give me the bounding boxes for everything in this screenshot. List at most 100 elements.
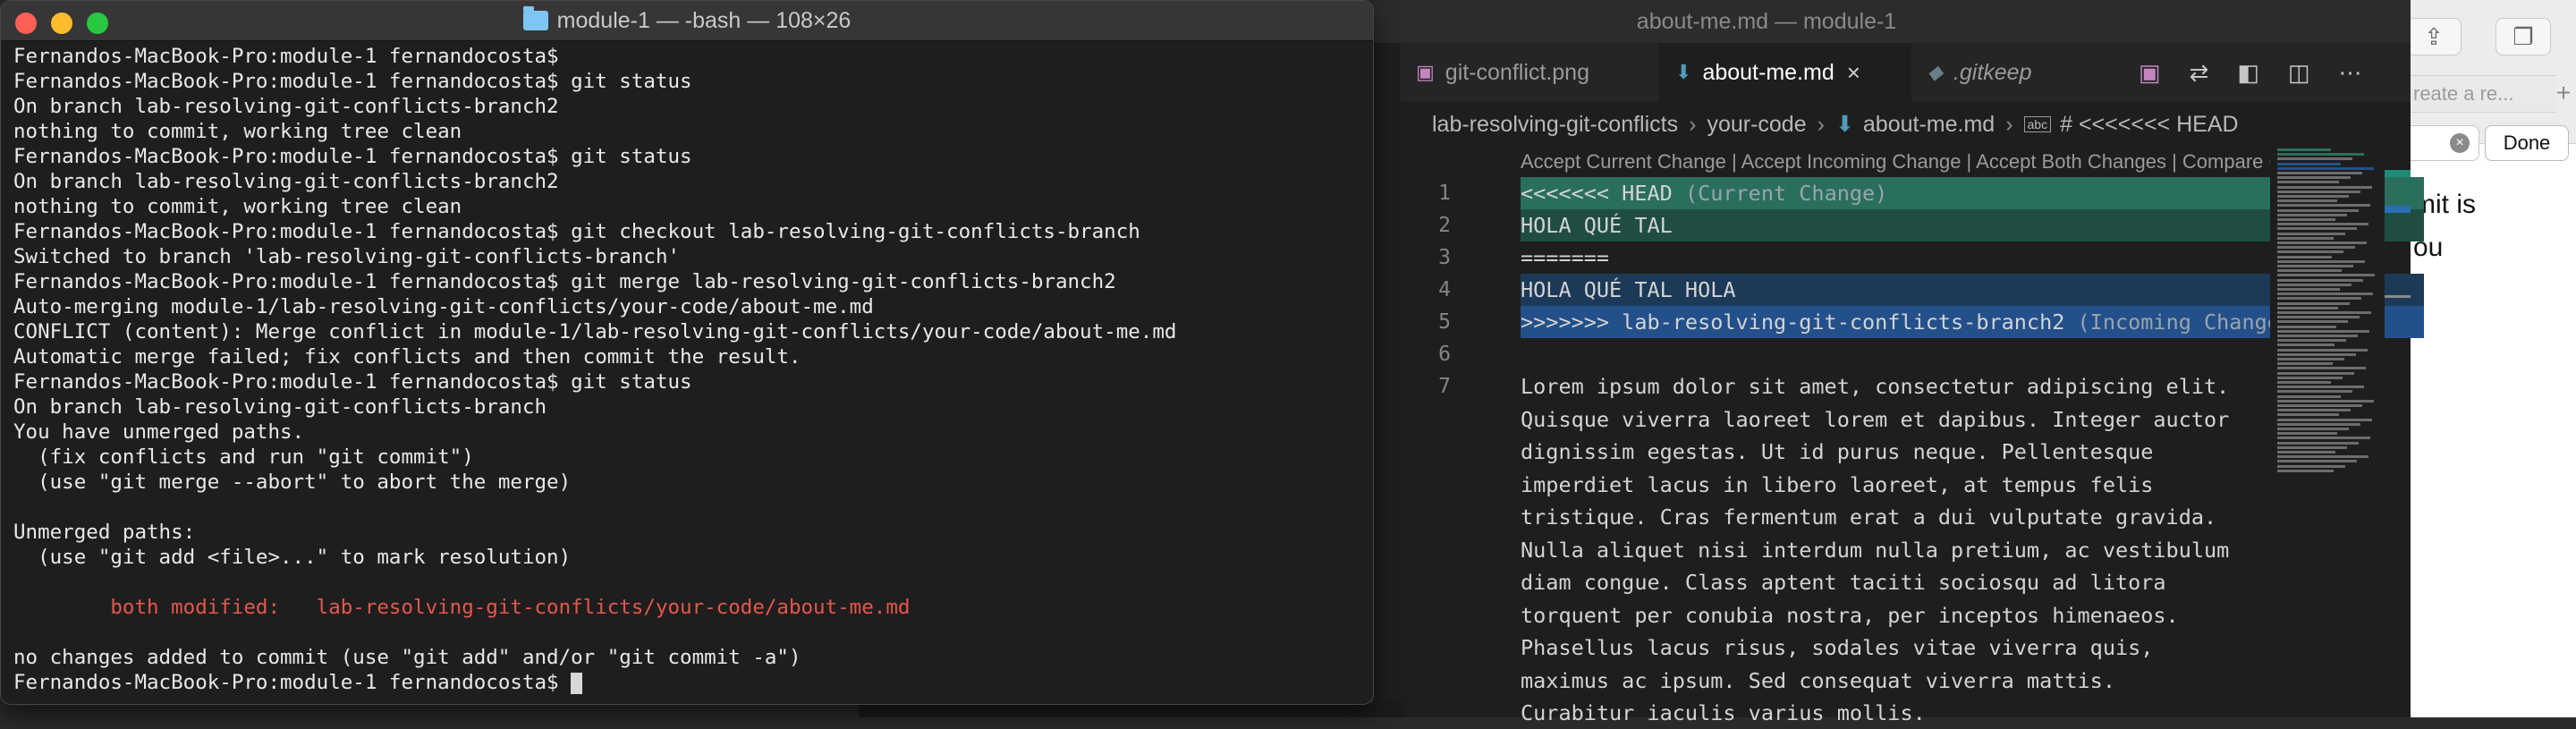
minimap-line bbox=[2277, 246, 2355, 250]
terminal-line: You have unmerged paths. bbox=[13, 420, 1364, 445]
search-input[interactable]: × bbox=[2406, 125, 2479, 161]
terminal-line: (use "git add <file>..." to mark resolut… bbox=[13, 545, 1364, 570]
minimap-line bbox=[2277, 176, 2351, 180]
minimap-line bbox=[2277, 432, 2337, 436]
string-symbol-icon: abc bbox=[2023, 116, 2052, 132]
breadcrumb-file[interactable]: about-me.md bbox=[1863, 112, 1995, 138]
line-number: 5 bbox=[1438, 310, 1451, 334]
terminal-line-text: Fernandos-MacBook-Pro:module-1 fernandoc… bbox=[13, 70, 692, 93]
minimap-line bbox=[2277, 469, 2334, 472]
duplicate-icon[interactable]: ❐ bbox=[2496, 18, 2551, 55]
terminal-output[interactable]: Fernandos-MacBook-Pro:module-1 fernandoc… bbox=[13, 44, 1364, 704]
split-editor-icon[interactable]: ◫ bbox=[2288, 59, 2310, 87]
minimap-line bbox=[2277, 464, 2345, 468]
minimap-line bbox=[2277, 153, 2364, 157]
minimap-line bbox=[2277, 348, 2368, 352]
editor-window-title: about-me.md — module-1 bbox=[1636, 8, 1897, 34]
minimap-line bbox=[2277, 422, 2360, 426]
minimap-line bbox=[2277, 386, 2364, 389]
minimap-line bbox=[2277, 362, 2333, 366]
minimap-line bbox=[2277, 218, 2335, 221]
minimap-line bbox=[2277, 162, 2341, 165]
minimap-line bbox=[2277, 172, 2362, 174]
markdown-text-line: Nulla aliquet nisi interdum nulla pretiu… bbox=[1521, 537, 2230, 563]
breadcrumb-symbol[interactable]: # <<<<<<< HEAD bbox=[2060, 112, 2238, 138]
minimap-line bbox=[2277, 371, 2354, 375]
markdown-text-line: dignissim egestas. Ut id purus neque. Pe… bbox=[1521, 439, 2154, 464]
tab-about-me-md[interactable]: ⬇ about-me.md × bbox=[1659, 43, 1911, 102]
minimap-line bbox=[2277, 352, 2356, 356]
terminal-title-text: module-1 — -bash — 108×26 bbox=[556, 7, 852, 33]
minimap-line bbox=[2277, 413, 2339, 417]
minimap-line bbox=[2277, 418, 2372, 421]
chevron-right-icon: › bbox=[1817, 111, 1825, 137]
minimap-line bbox=[2277, 148, 2331, 151]
minimap-line bbox=[2277, 390, 2352, 394]
minimap-line bbox=[2277, 236, 2334, 240]
clear-search-icon[interactable]: × bbox=[2450, 133, 2470, 153]
minimap-line bbox=[2277, 250, 2343, 254]
done-button[interactable]: Done bbox=[2485, 125, 2569, 161]
terminal-line: Fernandos-MacBook-Pro:module-1 fernandoc… bbox=[13, 219, 1364, 244]
line-number: 2 bbox=[1438, 214, 1451, 237]
scrollbar-current-marker bbox=[2385, 170, 2411, 177]
terminal-line: CONFLICT (content): Merge conflict in mo… bbox=[13, 319, 1364, 344]
add-icon[interactable]: + bbox=[2551, 75, 2576, 111]
terminal-line: nothing to commit, working tree clean bbox=[13, 194, 1364, 219]
background-app-toolbar: ⇪ ❐ reate a re... + bbox=[2406, 0, 2576, 144]
tab-git-conflict-png[interactable]: ▣ git-conflict.png bbox=[1400, 43, 1659, 102]
create-input[interactable]: reate a re... bbox=[2406, 75, 2556, 113]
terminal-line-text: Switched to branch 'lab-resolving-git-co… bbox=[13, 245, 681, 268]
image-file-icon: ▣ bbox=[1416, 61, 1435, 83]
terminal-line-text: Fernandos-MacBook-Pro:module-1 fernandoc… bbox=[13, 671, 572, 694]
source-control-compare-icon[interactable]: ⇄ bbox=[2190, 59, 2209, 87]
minimap-line bbox=[2277, 195, 2349, 198]
markdown-text-line: maximus ac ipsum. Sed consequat viverra … bbox=[1521, 667, 2115, 693]
minimap-line bbox=[2277, 451, 2335, 454]
terminal-line-text: Fernandos-MacBook-Pro:module-1 fernandoc… bbox=[13, 370, 692, 394]
minimap-line bbox=[2277, 181, 2339, 184]
more-actions-icon[interactable]: ⋯ bbox=[2339, 59, 2362, 87]
terminal-line: nothing to commit, working tree clean bbox=[13, 119, 1364, 144]
minimap-line bbox=[2277, 223, 2368, 226]
minimap[interactable] bbox=[2270, 143, 2385, 717]
incoming-change-label: (Incoming Change) bbox=[2077, 309, 2293, 335]
minimap-line bbox=[2277, 343, 2334, 347]
open-preview-icon[interactable]: ▣ bbox=[2139, 59, 2161, 87]
minimap-line bbox=[2277, 204, 2370, 208]
terminal-line-text: (fix conflicts and run "git commit") bbox=[13, 445, 474, 469]
tab-label: git-conflict.png bbox=[1445, 59, 1589, 85]
minimap-line bbox=[2277, 288, 2340, 291]
tab-label: .gitkeep bbox=[1953, 59, 2032, 85]
minimap-line bbox=[2277, 259, 2365, 263]
terminal-line: On branch lab-resolving-git-conflicts-br… bbox=[13, 94, 1364, 119]
share-icon[interactable]: ⇪ bbox=[2406, 18, 2462, 55]
minimap-line bbox=[2277, 325, 2336, 328]
chevron-right-icon: › bbox=[1689, 111, 1697, 137]
breadcrumb-folder[interactable]: lab-resolving-git-conflicts bbox=[1432, 112, 1678, 138]
breadcrumb: lab-resolving-git-conflicts › your-code … bbox=[1373, 102, 2411, 147]
open-changes-icon[interactable]: ◧ bbox=[2237, 59, 2259, 87]
minimap-line bbox=[2277, 428, 2349, 430]
terminal-line-text: Automatic merge failed; fix conflicts an… bbox=[13, 345, 801, 369]
minimap-line bbox=[2277, 232, 2345, 235]
terminal-line: (use "git merge --abort" to abort the me… bbox=[13, 470, 1364, 495]
tab-gitkeep[interactable]: ◆ .gitkeep bbox=[1911, 43, 2090, 102]
background-text: mit is ou bbox=[2406, 183, 2576, 269]
minimap-line bbox=[2277, 157, 2352, 161]
minimap-line bbox=[2277, 283, 2351, 286]
terminal-line: Fernandos-MacBook-Pro:module-1 fernandoc… bbox=[13, 269, 1364, 294]
breadcrumb-folder[interactable]: your-code bbox=[1707, 112, 1806, 138]
terminal-line: (fix conflicts and run "git commit") bbox=[13, 445, 1364, 470]
current-change-label: (Current Change) bbox=[1684, 181, 1888, 206]
line-number: 3 bbox=[1438, 246, 1451, 269]
terminal-line-text: nothing to commit, working tree clean bbox=[13, 195, 462, 218]
markdown-text-line: Lorem ipsum dolor sit amet, consectetur … bbox=[1521, 374, 2230, 399]
terminal-line: Switched to branch 'lab-resolving-git-co… bbox=[13, 244, 1364, 269]
terminal-title: module-1 — -bash — 108×26 bbox=[1, 1, 1373, 40]
terminal-line-text: nothing to commit, working tree clean bbox=[13, 120, 462, 143]
terminal-window[interactable]: module-1 — -bash — 108×26 Fernandos-MacB… bbox=[0, 0, 1374, 705]
folder-icon bbox=[522, 6, 548, 30]
close-tab-icon[interactable]: × bbox=[1847, 59, 1860, 87]
